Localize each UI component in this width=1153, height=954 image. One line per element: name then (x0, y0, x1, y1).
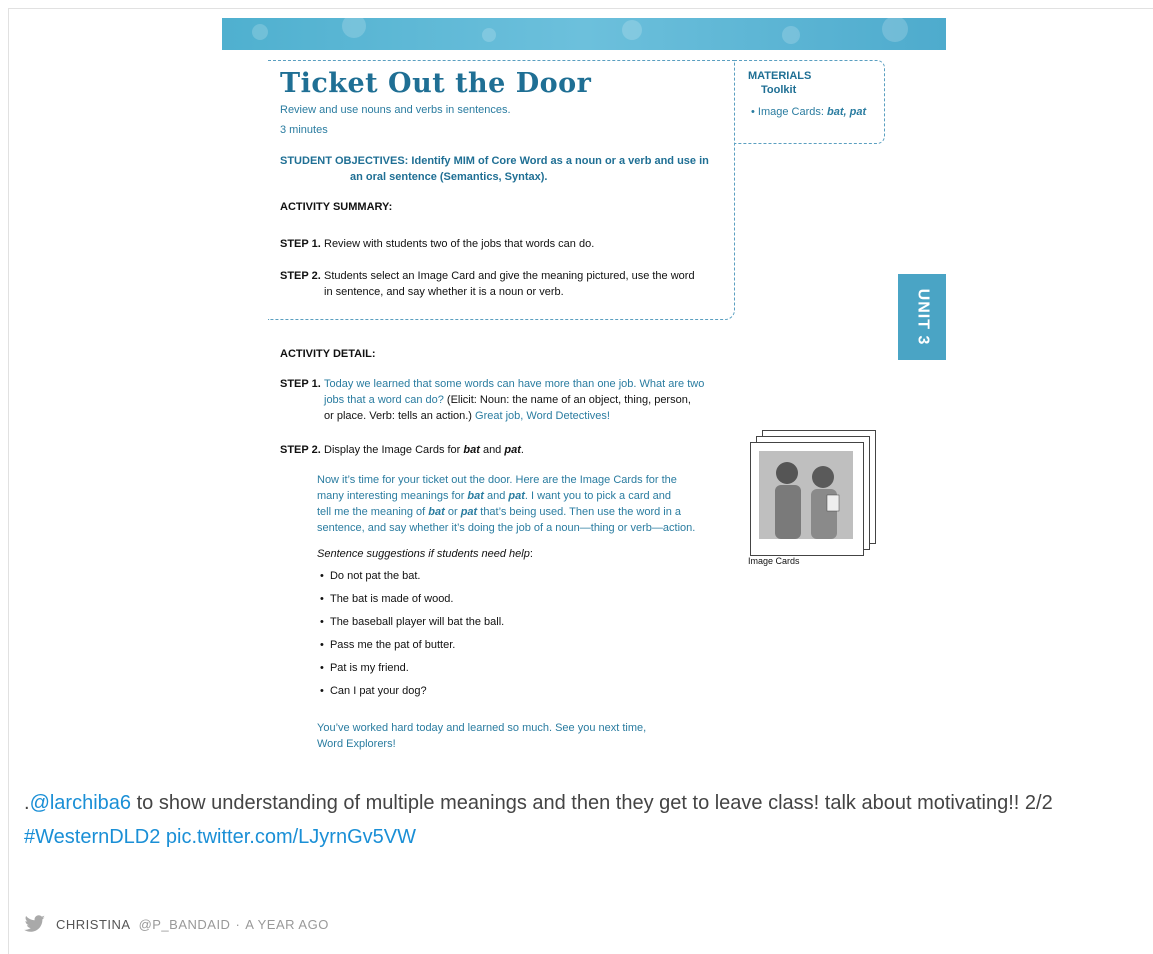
materials-item: • Image Cards: bat, pat (751, 106, 866, 118)
step-text-line2a: jobs that a word can do? (324, 394, 444, 406)
instruction-line2-b: and (483, 490, 509, 502)
lesson-title: Ticket Out the Door (280, 68, 592, 99)
step-text-b: and (479, 444, 505, 456)
suggestions-label: Sentence suggestions if students need he… (317, 546, 727, 562)
unit-tab: UNIT 3 (898, 274, 946, 360)
student-objectives: STUDENT OBJECTIVES: Identify MIM of Core… (280, 153, 730, 185)
suggestions-colon: : (529, 548, 533, 560)
bullet-item: • Do not pat the bat. (320, 570, 421, 582)
bullet-item: • The bat is made of wood. (320, 593, 454, 605)
instruction-line2-a: many interesting meanings for (317, 490, 468, 502)
word-pat: pat (460, 506, 478, 518)
step-label: STEP 1. (280, 238, 321, 250)
instruction-line3: tell me the meaning of bat or pat that’s… (317, 504, 727, 520)
materials-toolkit: Toolkit (761, 84, 797, 96)
bullet-text: The bat is made of wood. (329, 593, 454, 605)
step-label: STEP 2. (280, 444, 321, 456)
word-pat: pat (508, 490, 525, 502)
closing-line1: You’ve worked hard today and learned so … (317, 722, 647, 734)
detail-heading: ACTIVITY DETAIL: (280, 348, 376, 360)
detail-step-1: STEP 1. Today we learned that some words … (280, 376, 720, 424)
summary-heading: ACTIVITY SUMMARY: (280, 201, 393, 213)
word-bat: bat (467, 490, 484, 502)
step-text-line2b: (Elicit: Noun: the name of an object, th… (443, 394, 691, 406)
tweet-body: to show understanding of multiple meanin… (131, 792, 1053, 814)
objectives-line2: an oral sentence (Semantics, Syntax). (350, 171, 548, 183)
instruction-line3-b: or (444, 506, 461, 518)
step-word-bat: bat (463, 444, 480, 456)
instruction-line3-a: tell me the meaning of (317, 506, 429, 518)
bullet-text: Pat is my friend. (329, 662, 409, 674)
objectives-label: STUDENT OBJECTIVES: (280, 155, 409, 167)
bullet-item: • Pass me the pat of butter. (320, 639, 456, 651)
tweet-meta: CHRISTINA @P_BANDAID · A YEAR AGO (24, 915, 329, 933)
step-text-line3a: or place. Verb: tells an action.) (324, 410, 476, 422)
pic-link[interactable]: pic.twitter.com/LJyrnGv5VW (166, 826, 416, 848)
header-banner (222, 18, 946, 50)
instruction-line4: sentence, and say whether it’s doing the… (317, 522, 696, 534)
bullet-text: Can I pat your dog? (329, 685, 427, 697)
step-label: STEP 1. (280, 378, 321, 390)
tweet-text: .@larchiba6 to show understanding of mul… (24, 786, 1124, 854)
image-cards-illustration (750, 430, 876, 556)
image-cards-caption: Image Cards (748, 556, 800, 566)
materials-item-words: bat, pat (827, 106, 867, 118)
step-text-line3b: Great job, Word Detectives! (475, 410, 610, 422)
unit-tab-label: UNIT 3 (914, 288, 932, 346)
step-text-line2: in sentence, and say whether it is a nou… (324, 286, 564, 298)
bullet-item: • Can I pat your dog? (320, 685, 427, 697)
bullet-item: • Pat is my friend. (320, 662, 409, 674)
step-text-c: . (520, 444, 524, 456)
tweet-time[interactable]: A YEAR AGO (245, 917, 329, 932)
materials-item-prefix: • Image Cards: (751, 106, 827, 118)
instruction-line1: Now it’s time for your ticket out the do… (317, 474, 677, 486)
instruction-line2-c: . I want you to pick a card and (524, 490, 672, 502)
summary-step-1: STEP 1. Review with students two of the j… (280, 236, 720, 252)
closing-remarks: You’ve worked hard today and learned so … (317, 720, 727, 752)
tweet-author[interactable]: CHRISTINA (56, 917, 131, 932)
summary-step-2: STEP 2. Students select an Image Card and… (280, 268, 720, 300)
detail-step-2: STEP 2. Display the Image Cards for bat a… (280, 442, 720, 458)
image-card-front (750, 442, 864, 556)
word-bat: bat (428, 506, 445, 518)
step-word-pat: pat (504, 444, 521, 456)
ticket-instructions: Now it’s time for your ticket out the do… (317, 472, 727, 536)
instruction-line3-c: that’s being used. Then use the word in … (477, 506, 682, 518)
step-text-line1: Students select an Image Card and give t… (324, 270, 695, 282)
illustration-two-people (759, 451, 853, 539)
lesson-subtitle: Review and use nouns and verbs in senten… (280, 104, 511, 116)
meta-separator: · (235, 916, 241, 932)
bullet-text: The baseball player will bat the ball. (329, 616, 505, 628)
objectives-line1: Identify MIM of Core Word as a noun or a… (411, 155, 709, 167)
lesson-duration: 3 minutes (280, 124, 328, 136)
mention-link[interactable]: @larchiba6 (30, 792, 131, 814)
step-text: Review with students two of the jobs tha… (324, 238, 595, 250)
materials-title: MATERIALS (748, 70, 812, 82)
lesson-page-image[interactable]: Ticket Out the Door Review and use nouns… (222, 18, 946, 778)
bullet-item: • The baseball player will bat the ball. (320, 616, 505, 628)
suggestions-label-text: Sentence suggestions if students need he… (317, 548, 530, 560)
bullet-text: Do not pat the bat. (329, 570, 421, 582)
tweet-handle[interactable]: @P_BANDAID (139, 917, 231, 932)
instruction-line2: many interesting meanings for bat and pa… (317, 488, 727, 504)
twitter-bird-icon[interactable] (24, 915, 46, 933)
step-text-line1: Today we learned that some words can hav… (324, 378, 705, 390)
step-label: STEP 2. (280, 270, 321, 282)
hashtag-link[interactable]: #WesternDLD2 (24, 826, 160, 848)
step-text-a: Display the Image Cards for (324, 444, 464, 456)
closing-line2: Word Explorers! (317, 738, 396, 750)
bullet-text: Pass me the pat of butter. (329, 639, 456, 651)
